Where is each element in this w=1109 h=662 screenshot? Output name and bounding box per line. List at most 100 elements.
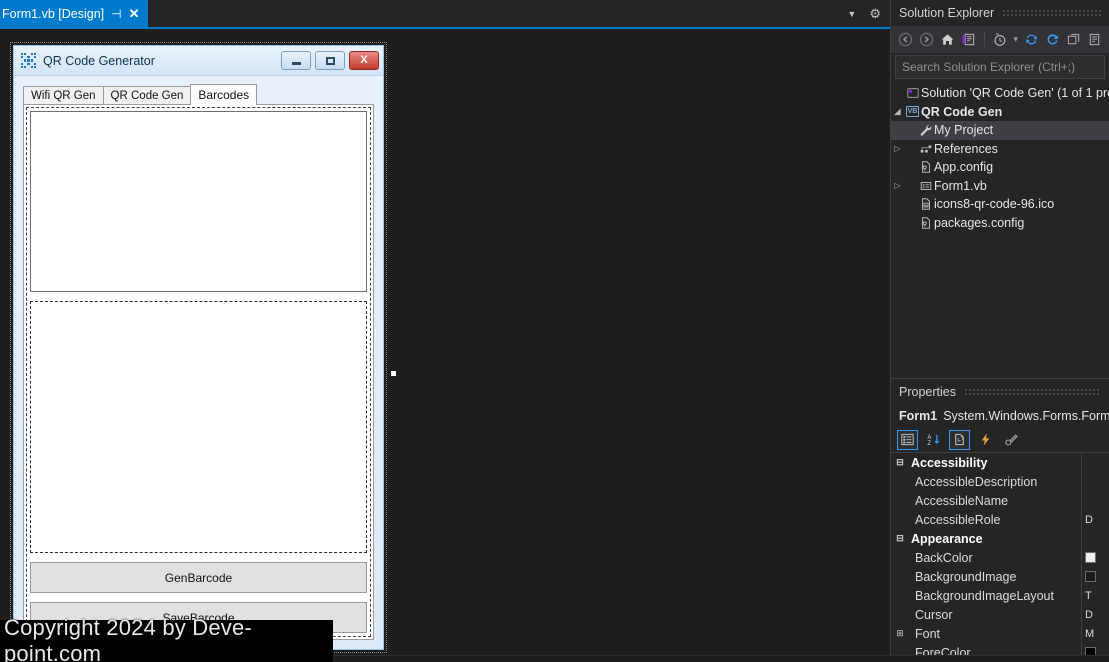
property-pages-wrench-icon[interactable]: [1001, 430, 1022, 450]
search-solution-explorer-input[interactable]: Search Solution Explorer (Ctrl+;): [895, 55, 1105, 79]
properties-object-type: System.Windows.Forms.Form: [943, 409, 1109, 423]
property-name: AccessibleRole: [915, 512, 1001, 527]
close-icon[interactable]: ✕: [129, 7, 140, 20]
collapse-icon[interactable]: ⊟: [891, 533, 909, 544]
property-value: [1081, 453, 1109, 472]
property-row-font[interactable]: ⊞ Font M: [891, 624, 1109, 643]
property-value: [1081, 529, 1109, 548]
chevron-down-icon[interactable]: ▾: [1013, 34, 1018, 45]
visual-studio-window: Form1.vb [Design] ⊣ ✕ ▼ ⚙ QR Code Genera…: [0, 0, 1109, 662]
property-row-accessiblerole[interactable]: AccessibleRole D: [891, 510, 1109, 529]
properties-object-selector[interactable]: Form1 System.Windows.Forms.Form: [891, 405, 1109, 427]
search-placeholder: Search Solution Explorer (Ctrl+;): [902, 60, 1076, 74]
property-value[interactable]: [1081, 548, 1109, 567]
properties-toolbar: AZ: [891, 427, 1109, 453]
panel-drag-dots: [1002, 9, 1101, 17]
view-code-icon[interactable]: [961, 32, 976, 47]
properties-icon[interactable]: [1087, 32, 1102, 47]
tree-item-packages-config[interactable]: packages.config: [891, 214, 1109, 233]
forward-icon[interactable]: [919, 32, 934, 47]
close-button-label: X: [360, 54, 368, 66]
form-designer-surface[interactable]: QR Code Generator X Wifi QR Gen QR Code …: [0, 29, 890, 662]
property-row-accessibledescription[interactable]: AccessibleDescription: [891, 472, 1109, 491]
tree-item-app-config[interactable]: App.config: [891, 158, 1109, 177]
panel-drag-dots: [963, 388, 1101, 396]
chevron-down-icon[interactable]: ▼: [847, 9, 856, 19]
tree-item-references[interactable]: ▷ References: [891, 140, 1109, 159]
twisty-collapse-icon[interactable]: ◢: [891, 107, 904, 116]
property-row-backgroundimage[interactable]: BackgroundImage: [891, 567, 1109, 586]
collapse-all-icon[interactable]: [1066, 32, 1081, 47]
property-category-accessibility[interactable]: ⊟ Accessibility: [891, 453, 1109, 472]
watermark-text: Copyright 2024 by Deve-point.com: [4, 615, 252, 662]
tree-item-form1-vb[interactable]: ▷ Form1.vb: [891, 177, 1109, 196]
solution-tree[interactable]: Solution 'QR Code Gen' (1 of 1 pro ◢ VB …: [891, 82, 1109, 378]
tree-item-label: QR Code Gen: [921, 104, 1003, 119]
twisty-expand-icon[interactable]: ▷: [891, 181, 904, 190]
tree-item-icons8-qr-code-96-ico[interactable]: icons8-qr-code-96.ico: [891, 195, 1109, 214]
property-category-appearance[interactable]: ⊟ Appearance: [891, 529, 1109, 548]
alphabetical-sort-icon[interactable]: AZ: [923, 430, 944, 450]
twisty-expand-icon[interactable]: ▷: [891, 144, 904, 153]
property-value[interactable]: M: [1081, 624, 1109, 643]
tab-page-barcodes: GenBarcode SaveBarcode: [23, 104, 374, 640]
tab-barcodes[interactable]: Barcodes: [190, 84, 258, 105]
resize-handle-right[interactable]: [390, 370, 397, 377]
pin-icon[interactable]: ⊣: [111, 8, 121, 20]
properties-page-icon[interactable]: [949, 429, 970, 450]
tab-label: Form1.vb [Design]: [2, 6, 105, 21]
tree-item-label: Solution 'QR Code Gen' (1 of 1 pro: [921, 86, 1109, 101]
tree-item-label: My Project: [934, 123, 994, 138]
tab-qr-code-gen[interactable]: QR Code Gen: [102, 86, 192, 105]
properties-title: Properties: [899, 385, 956, 399]
property-row-cursor[interactable]: Cursor D: [891, 605, 1109, 624]
tree-item-label: icons8-qr-code-96.ico: [934, 197, 1055, 212]
categorized-icon[interactable]: [897, 429, 918, 450]
config-file-icon: [917, 216, 934, 230]
property-name: BackgroundImage: [915, 569, 1017, 584]
property-value[interactable]: [1081, 472, 1109, 491]
property-name: AccessibleDescription: [915, 474, 1038, 489]
copyright-watermark: Copyright 2024 by Deve-point.com: [0, 615, 333, 662]
tab-form1-design[interactable]: Form1.vb [Design] ⊣ ✕: [0, 0, 149, 27]
wrench-icon: [917, 123, 934, 137]
gen-barcode-button[interactable]: GenBarcode: [30, 562, 367, 593]
events-lightning-icon[interactable]: [975, 430, 996, 450]
property-value[interactable]: [1081, 567, 1109, 586]
gear-icon[interactable]: ⚙: [869, 6, 881, 22]
property-row-backgroundimagelayout[interactable]: BackgroundImageLayout T: [891, 586, 1109, 605]
property-row-backcolor[interactable]: BackColor: [891, 548, 1109, 567]
collapse-icon[interactable]: ⊟: [891, 457, 909, 468]
property-value[interactable]: [1081, 491, 1109, 510]
refresh-icon[interactable]: [1045, 32, 1060, 47]
solution-explorer-toolbar: ▾: [891, 26, 1109, 53]
back-icon[interactable]: [898, 32, 913, 47]
home-icon[interactable]: [940, 32, 955, 47]
maximize-button[interactable]: [315, 51, 345, 70]
picture-box-barcode-output[interactable]: [30, 301, 367, 553]
expand-icon[interactable]: ⊞: [891, 628, 909, 639]
property-value[interactable]: D: [1081, 510, 1109, 529]
right-dock: Solution Explorer ▾ Search Solution Expl…: [890, 0, 1109, 662]
picture-box-barcode-preview[interactable]: [30, 111, 367, 292]
property-value[interactable]: D: [1081, 605, 1109, 624]
tree-item-project-qr-code-gen[interactable]: ◢ VB QR Code Gen: [891, 103, 1109, 122]
close-button[interactable]: X: [349, 51, 379, 70]
property-row-accessiblename[interactable]: AccessibleName: [891, 491, 1109, 510]
vb-badge-label: VB: [905, 106, 920, 118]
minimize-button[interactable]: [281, 51, 311, 70]
ico-file-icon: [917, 197, 934, 211]
property-value[interactable]: T: [1081, 586, 1109, 605]
windows-form-preview[interactable]: QR Code Generator X Wifi QR Gen QR Code …: [13, 45, 384, 650]
properties-grid[interactable]: ⊟ Accessibility AccessibleDescription Ac…: [891, 453, 1109, 662]
tab-control-headers: Wifi QR Gen QR Code Gen Barcodes: [23, 84, 374, 105]
tree-item-label: Form1.vb: [934, 178, 987, 193]
property-name: Appearance: [911, 531, 983, 546]
tree-item-my-project[interactable]: My Project: [891, 121, 1109, 140]
sync-with-active-document-icon[interactable]: [1024, 32, 1039, 47]
svg-text:Z: Z: [927, 440, 931, 447]
pending-changes-icon[interactable]: [992, 32, 1007, 47]
tree-item-solution[interactable]: Solution 'QR Code Gen' (1 of 1 pro: [891, 84, 1109, 103]
tab-wifi-qr-gen[interactable]: Wifi QR Gen: [23, 86, 104, 105]
properties-object-name: Form1: [899, 409, 938, 423]
